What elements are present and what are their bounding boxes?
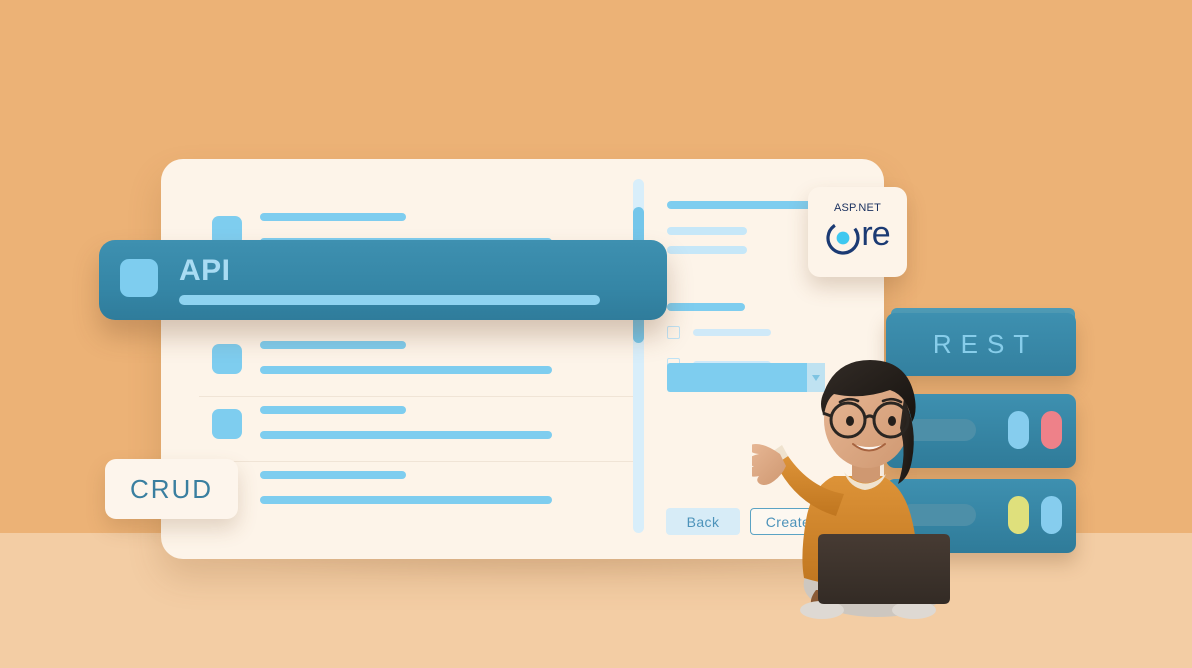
character-illustration [752,358,982,623]
list-item-title-line [260,213,406,221]
list-item-icon [120,259,158,297]
checkbox-label-line [693,329,771,336]
list-item-api-highlighted[interactable]: API [99,240,667,320]
list-item-title-line [260,341,406,349]
list-item-title-line [260,471,406,479]
crud-badge: CRUD [105,459,238,519]
record-list [180,180,639,540]
crud-label: CRUD [129,473,214,504]
server-led-blue [1008,411,1029,449]
list-item-subtitle-line [179,295,600,305]
server-led-pink [1041,411,1062,449]
aspnet-core-badge: ASP.NET re [808,187,907,277]
list-item-subtitle-line [260,496,552,504]
list-item[interactable] [180,332,639,396]
list-item-icon [212,409,242,439]
list-item-subtitle-line [260,431,552,439]
api-label: API [179,254,231,287]
illustration-scene: API Back Create ASP.NET re CRUD REST [0,0,1192,668]
form-text-line [667,246,747,254]
core-c-icon [826,220,860,255]
list-item-subtitle-line [260,366,552,374]
list-item[interactable] [180,397,639,461]
server-led-blue [1041,496,1062,534]
form-field-label-line [667,303,745,311]
list-item-icon [212,344,242,374]
checkbox-icon[interactable] [667,326,680,339]
form-heading-line [667,201,827,209]
list-item[interactable] [180,462,639,526]
server-led-yellow [1008,496,1029,534]
core-logo: re [808,215,907,257]
form-text-line [667,227,747,235]
rest-label: REST [932,329,1039,359]
checkbox-row[interactable] [667,326,847,340]
aspnet-label: ASP.NET [833,202,882,214]
back-button[interactable]: Back [666,508,740,535]
list-item-title-line [260,406,406,414]
core-word: re [861,215,890,253]
